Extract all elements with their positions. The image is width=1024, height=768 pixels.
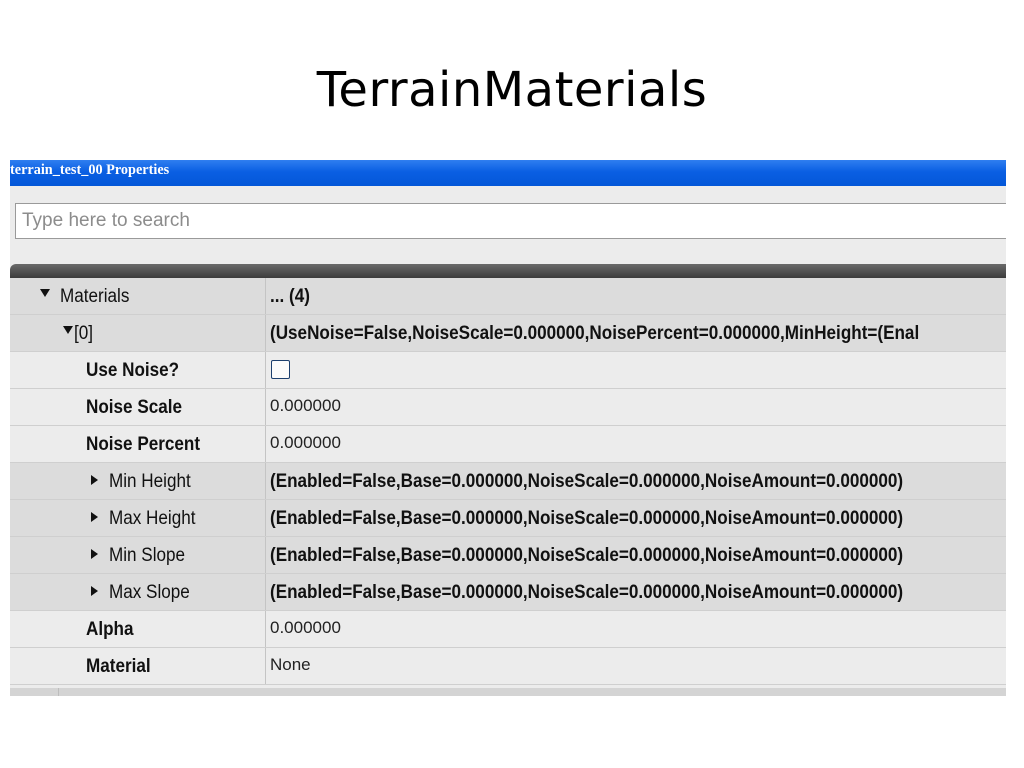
property-value: ... (4) [270,286,310,307]
property-value: (Enabled=False,Base=0.000000,NoiseScale=… [270,582,904,603]
property-label: [0] [74,323,94,344]
property-value-cell[interactable]: None [267,648,1006,684]
property-label: Noise Percent [86,434,201,455]
slide-title: TerrainMaterials [316,62,708,118]
property-name-cell: [0] [10,315,266,351]
triangle-right-icon[interactable] [91,512,98,522]
property-grid: Materials ... (4) [0] (UseNoise=False,No… [10,278,1006,685]
property-value-cell[interactable]: (Enabled=False,Base=0.000000,NoiseScale=… [267,463,1006,499]
property-label: Min Height [109,471,191,492]
property-value-cell[interactable]: 0.000000 [267,389,1006,425]
property-name-cell: Noise Scale [10,389,266,425]
property-row-use-noise[interactable]: Use Noise? [10,352,1006,389]
property-label: Use Noise? [86,360,180,381]
property-value-cell[interactable]: (UseNoise=False,NoiseScale=0.000000,Nois… [267,315,1006,351]
property-value-cell[interactable]: (Enabled=False,Base=0.000000,NoiseScale=… [267,574,1006,610]
property-value: 0.000000 [270,618,341,637]
property-name-cell: Material [10,648,266,684]
property-row-noise-percent[interactable]: Noise Percent 0.000000 [10,426,1006,463]
property-name-cell: Max Height [10,500,266,536]
property-value-cell[interactable]: 0.000000 [267,611,1006,647]
property-value: 0.000000 [270,396,341,415]
triangle-right-icon[interactable] [91,475,98,485]
property-row-max-slope[interactable]: Max Slope (Enabled=False,Base=0.000000,N… [10,574,1006,611]
property-value: (Enabled=False,Base=0.000000,NoiseScale=… [270,471,904,492]
property-name-cell: Alpha [10,611,266,647]
window-titlebar[interactable]: terrain_test_00 Properties [10,160,1006,186]
property-row-min-slope[interactable]: Min Slope (Enabled=False,Base=0.000000,N… [10,537,1006,574]
property-row-alpha[interactable]: Alpha 0.000000 [10,611,1006,648]
property-row-item-0[interactable]: [0] (UseNoise=False,NoiseScale=0.000000,… [10,315,1006,352]
property-value-cell[interactable]: (Enabled=False,Base=0.000000,NoiseScale=… [267,537,1006,573]
footer-divider [58,688,59,696]
property-label: Alpha [86,619,134,640]
property-row-noise-scale[interactable]: Noise Scale 0.000000 [10,389,1006,426]
property-label: Materials [60,286,130,307]
property-row-min-height[interactable]: Min Height (Enabled=False,Base=0.000000,… [10,463,1006,500]
search-area [10,186,1006,264]
property-label: Max Slope [109,582,190,603]
triangle-right-icon[interactable] [91,549,98,559]
property-value: 0.000000 [270,433,341,452]
triangle-right-icon[interactable] [91,586,98,596]
property-row-max-height[interactable]: Max Height (Enabled=False,Base=0.000000,… [10,500,1006,537]
property-label: Noise Scale [86,397,183,418]
grid-footer [10,688,1006,696]
property-name-cell: Max Slope [10,574,266,610]
grid-header-bar [10,264,1006,278]
property-value: (Enabled=False,Base=0.000000,NoiseScale=… [270,508,904,529]
property-value-cell [267,352,1006,388]
property-value: None [270,655,311,674]
search-input[interactable] [15,203,1006,239]
property-value-cell[interactable]: ... (4) [267,278,1006,314]
property-label: Min Slope [109,545,186,566]
property-value: (Enabled=False,Base=0.000000,NoiseScale=… [270,545,904,566]
property-label: Max Height [109,508,196,529]
property-name-cell: Noise Percent [10,426,266,462]
window-title: terrain_test_00 Properties [10,162,170,178]
property-value-cell[interactable]: (Enabled=False,Base=0.000000,NoiseScale=… [267,500,1006,536]
triangle-down-icon[interactable] [63,326,73,334]
properties-window: terrain_test_00 Properties Materials ...… [10,160,1006,696]
property-row-material[interactable]: Material None [10,648,1006,685]
property-name-cell: Use Noise? [10,352,266,388]
property-value-cell[interactable]: 0.000000 [267,426,1006,462]
property-label: Material [86,656,151,677]
property-name-cell: Materials [10,278,266,314]
property-row-materials[interactable]: Materials ... (4) [10,278,1006,315]
triangle-down-icon[interactable] [40,289,50,297]
property-name-cell: Min Slope [10,537,266,573]
property-value: (UseNoise=False,NoiseScale=0.000000,Nois… [270,323,920,344]
property-name-cell: Min Height [10,463,266,499]
checkbox-icon[interactable] [271,360,290,379]
